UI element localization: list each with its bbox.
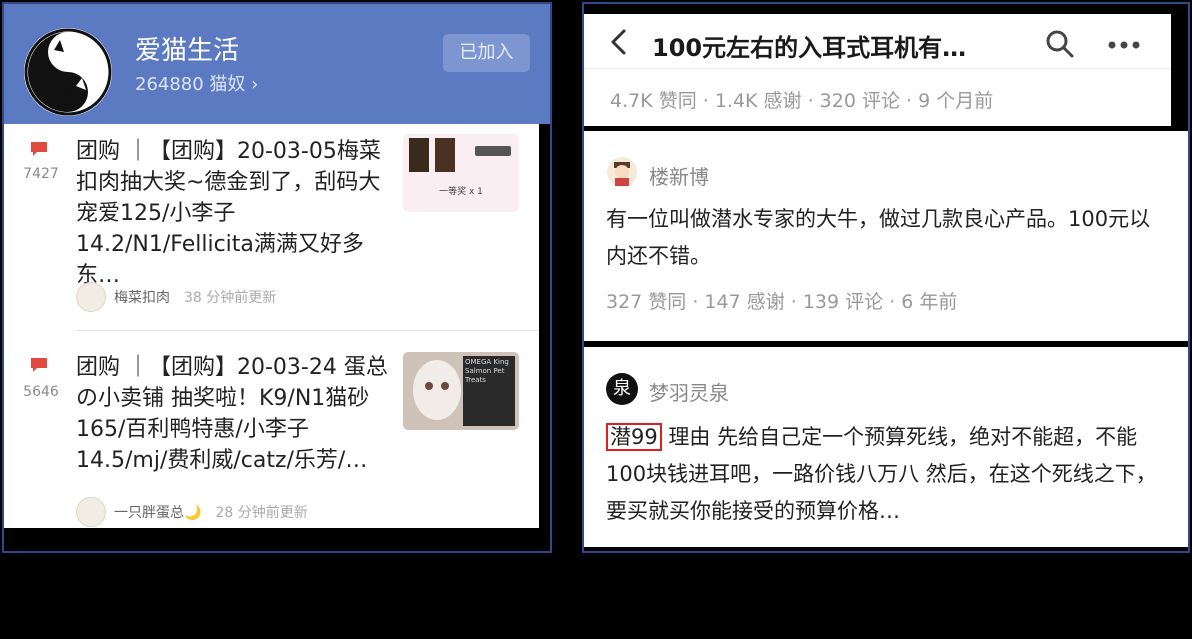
post-title[interactable]: 团购 ｜【团购】20-03-24 蛋总の小卖铺 抽奖啦！K9/N1猫砂165/百… [76, 352, 394, 476]
user-avatar[interactable]: 泉 [606, 373, 638, 405]
divider [584, 68, 1171, 69]
answer-card[interactable]: 泉 梦羽灵泉 潜99 理由 先给自己定一个预算死线，绝对不能超，不能100块钱进… [584, 347, 1188, 547]
divider [76, 330, 539, 331]
product-bag: OMEGA King Salmon Pet Treats [463, 356, 515, 426]
search-icon[interactable] [1044, 28, 1076, 60]
flag-icon [31, 142, 47, 156]
user-avatar-icon[interactable] [606, 156, 638, 188]
post-thumbnail[interactable]: 一等奖 x 1 [403, 134, 519, 212]
post-item[interactable]: 7427 团购 ｜【团购】20-03-05梅菜扣肉抽大奖~德金到了，刮码大宠爱1… [4, 124, 539, 334]
group-panel: 爱猫生活 264880 猫奴 › 已加入 7427 团购 ｜【团购】20-03-… [2, 2, 552, 553]
post-count: 5646 [23, 384, 59, 400]
author-name[interactable]: 梅菜扣肉 [114, 287, 170, 307]
more-options-icon[interactable] [1104, 30, 1144, 60]
product-brush [475, 146, 511, 156]
author-name[interactable]: 一只胖蛋总🌙 [114, 502, 201, 522]
post-title[interactable]: 团购 ｜【团购】20-03-05梅菜扣肉抽大奖~德金到了，刮码大宠爱125/小李… [76, 136, 394, 291]
question-stats: 4.7K 赞同 · 1.4K 感谢 · 320 评论 · 9 个月前 [610, 90, 994, 112]
answer-stats: 327 赞同 · 147 感谢 · 139 评论 · 6 年前 [606, 291, 958, 313]
cat-eye [441, 382, 449, 390]
answer-panel: 100元左右的入耳式耳机有… 4.7K 赞同 · 1.4K 感谢 · 320 评… [582, 2, 1190, 553]
question-header: 100元左右的入耳式耳机有… 4.7K 赞同 · 1.4K 感谢 · 320 评… [584, 14, 1171, 126]
group-title: 爱猫生活 [135, 36, 240, 66]
back-arrow-icon[interactable] [606, 28, 634, 56]
cat-logo-icon [24, 28, 112, 116]
answer-card[interactable]: 楼新博 有一位叫做潜水专家的大牛，做过几款良心产品。100元以内还不错。 327… [584, 131, 1188, 341]
author-avatar[interactable] [76, 497, 106, 527]
answer-author[interactable]: 楼新博 [649, 161, 709, 190]
product-box [435, 138, 455, 172]
product-box [409, 138, 429, 172]
group-header: 爱猫生活 264880 猫奴 › 已加入 [4, 4, 550, 124]
answer-text[interactable]: 潜99 理由 先给自己定一个预算死线，绝对不能超，不能100块钱进耳吧，一路价钱… [606, 419, 1166, 530]
update-time: 38 分钟前更新 [184, 290, 277, 306]
update-time: 28 分钟前更新 [215, 505, 308, 521]
post-thumbnail[interactable]: OMEGA King Salmon Pet Treats [403, 352, 519, 430]
joined-button[interactable]: 已加入 [443, 34, 530, 72]
question-title[interactable]: 100元左右的入耳式耳机有… [652, 28, 966, 63]
cat-eye [425, 382, 433, 390]
highlight-box: 潜99 [606, 423, 662, 451]
group-avatar[interactable] [24, 28, 112, 116]
post-meta: 梅菜扣肉 38 分钟前更新 [76, 282, 276, 312]
group-member-count[interactable]: 264880 猫奴 › [135, 70, 258, 96]
answer-text[interactable]: 有一位叫做潜水专家的大牛，做过几款良心产品。100元以内还不错。 [606, 201, 1166, 275]
answer-body: 理由 先给自己定一个预算死线，绝对不能超，不能100块钱进耳吧，一路价钱八万八 … [606, 425, 1157, 523]
flag-icon [31, 358, 47, 372]
thumbnail-caption: 一等奖 x 1 [439, 187, 483, 197]
post-item[interactable]: 5646 团购 ｜【团购】20-03-24 蛋总の小卖铺 抽奖啦！K9/N1猫砂… [4, 334, 539, 528]
post-count: 7427 [23, 166, 59, 182]
post-meta: 一只胖蛋总🌙 28 分钟前更新 [76, 497, 308, 527]
author-avatar[interactable] [76, 282, 106, 312]
post-list: 7427 团购 ｜【团购】20-03-05梅菜扣肉抽大奖~德金到了，刮码大宠爱1… [4, 124, 539, 528]
cat-photo [413, 360, 461, 420]
answer-author[interactable]: 梦羽灵泉 [649, 377, 729, 406]
